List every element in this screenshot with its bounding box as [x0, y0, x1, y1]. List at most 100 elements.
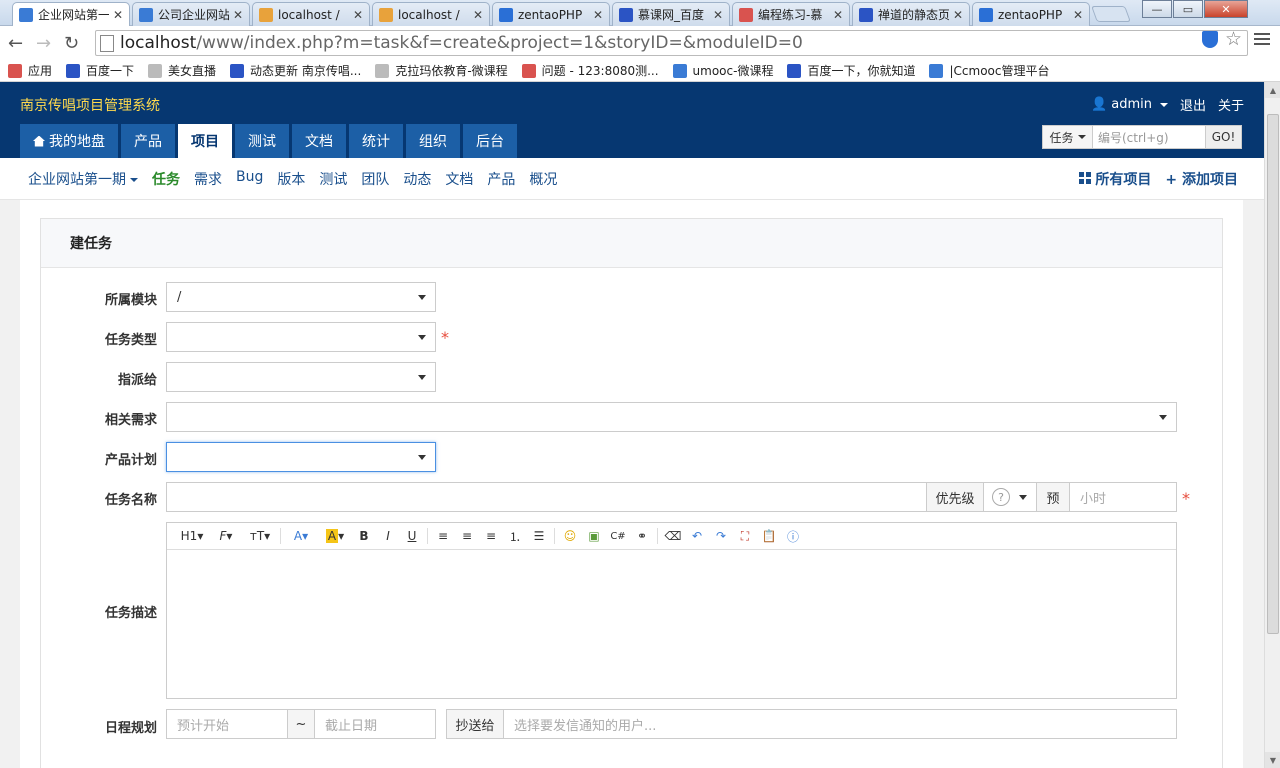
bookmark-item[interactable]: 百度一下 [66, 62, 134, 79]
subnav-item[interactable]: 需求 [194, 169, 222, 189]
priority-select[interactable]: ? [983, 482, 1037, 512]
browser-tab[interactable]: 公司企业网站 ✕ [132, 2, 250, 26]
nav-item[interactable]: 我的地盘 [20, 124, 118, 158]
bookmark-item[interactable]: umooc-微课程 [672, 62, 773, 79]
logout-link[interactable]: 退出 [1180, 95, 1206, 114]
italic-icon[interactable]: I [376, 526, 400, 546]
nav-item[interactable]: 文档 [292, 124, 346, 158]
menu-icon[interactable] [1254, 33, 1270, 48]
search-input[interactable]: 编号(ctrl+g) [1093, 126, 1205, 148]
font-color-icon[interactable]: A▾ [284, 526, 318, 546]
nav-item[interactable]: 项目 [178, 124, 232, 158]
type-select[interactable] [166, 322, 436, 352]
emoji-icon[interactable]: ☺ [558, 526, 582, 546]
align-left-icon[interactable]: ≡ [431, 526, 455, 546]
deadline-input[interactable]: 截止日期 [314, 709, 436, 739]
subnav-item[interactable]: 任务 [152, 169, 180, 189]
browser-tab[interactable]: 慕课网_百度 ✕ [612, 2, 730, 26]
story-select[interactable] [166, 402, 1177, 432]
url-input[interactable]: localhost/www/index.php?m=task&f=create&… [95, 30, 1248, 56]
paste-icon[interactable]: 📋 [757, 526, 781, 546]
nav-item[interactable]: 测试 [235, 124, 289, 158]
minimize-button[interactable]: — [1142, 0, 1172, 18]
browser-tab[interactable]: 禅道的静态页 ✕ [852, 2, 970, 26]
eraser-icon[interactable]: ⌫ [661, 526, 685, 546]
unordered-list-icon[interactable]: ☰ [527, 526, 551, 546]
nav-item[interactable]: 产品 [121, 124, 175, 158]
est-start-input[interactable]: 预计开始 [166, 709, 288, 739]
close-tab-icon[interactable]: ✕ [833, 8, 843, 22]
browser-tab[interactable]: zentaoPHP ✕ [972, 2, 1090, 26]
reload-icon[interactable]: ↻ [64, 33, 79, 54]
browser-tab[interactable]: 编程练习-慕 ✕ [732, 2, 850, 26]
bookmark-item[interactable]: 动态更新 南京传唱... [230, 62, 361, 79]
font-size-icon[interactable]: тT▾ [243, 526, 277, 546]
subnav-item[interactable]: 产品 [487, 169, 515, 189]
browser-tab[interactable]: localhost / ✕ [252, 2, 370, 26]
back-icon[interactable]: ← [8, 33, 23, 54]
subnav-item[interactable]: 团队 [361, 169, 389, 189]
new-tab-button[interactable] [1091, 6, 1131, 22]
bookmark-item[interactable]: 百度一下，你就知道 [787, 62, 915, 79]
bookmark-item[interactable]: 美女直播 [148, 62, 216, 79]
module-select[interactable]: / [166, 282, 436, 312]
user-menu[interactable]: 👤 admin [1091, 97, 1168, 112]
close-tab-icon[interactable]: ✕ [113, 8, 123, 22]
forward-icon[interactable]: → [36, 33, 51, 54]
about-link[interactable]: 关于 [1218, 95, 1244, 114]
star-icon[interactable]: ☆ [1225, 28, 1242, 50]
nav-item[interactable]: 组织 [406, 124, 460, 158]
image-icon[interactable]: ▣ [582, 526, 606, 546]
bookmark-item[interactable]: 克拉玛依教育-微课程 [375, 62, 508, 79]
fullscreen-icon[interactable]: ⛶ [733, 526, 757, 546]
search-type-select[interactable]: 任务 [1043, 126, 1093, 148]
font-family-icon[interactable]: F▾ [209, 526, 243, 546]
close-tab-icon[interactable]: ✕ [1073, 8, 1083, 22]
code-icon[interactable]: C# [606, 526, 630, 546]
align-center-icon[interactable]: ≡ [455, 526, 479, 546]
mailto-input[interactable]: 选择要发信通知的用户... [503, 709, 1177, 739]
subnav-item[interactable]: 版本 [277, 169, 305, 189]
add-project-link[interactable]: + 添加项目 [1165, 169, 1238, 189]
close-tab-icon[interactable]: ✕ [233, 8, 243, 22]
subnav-item[interactable]: 动态 [403, 169, 431, 189]
page-scrollbar[interactable]: ▲ ▼ [1264, 82, 1280, 768]
task-name-input[interactable] [166, 482, 927, 512]
close-tab-icon[interactable]: ✕ [473, 8, 483, 22]
close-window-button[interactable]: ✕ [1204, 0, 1248, 18]
search-go-button[interactable]: GO! [1205, 126, 1241, 148]
subnav-item[interactable]: 文档 [445, 169, 473, 189]
scroll-thumb[interactable] [1267, 114, 1279, 634]
browser-tab[interactable]: zentaoPHP ✕ [492, 2, 610, 26]
close-tab-icon[interactable]: ✕ [953, 8, 963, 22]
bold-icon[interactable]: B [352, 526, 376, 546]
shield-icon[interactable] [1202, 31, 1218, 48]
link-icon[interactable]: ⚭ [630, 526, 654, 546]
scroll-up-icon[interactable]: ▲ [1265, 82, 1280, 98]
subnav-item[interactable]: 概况 [529, 169, 557, 189]
undo-icon[interactable]: ↶ [685, 526, 709, 546]
plan-select[interactable] [166, 442, 436, 472]
assign-select[interactable] [166, 362, 436, 392]
close-tab-icon[interactable]: ✕ [593, 8, 603, 22]
bookmark-item[interactable]: 问题 - 123:8080测... [521, 62, 659, 79]
subnav-item[interactable]: Bug [236, 169, 263, 189]
all-projects-link[interactable]: 所有项目 [1079, 169, 1151, 189]
nav-item[interactable]: 统计 [349, 124, 403, 158]
bookmark-item[interactable]: |Ccmooc管理平台 [929, 62, 1049, 79]
nav-item[interactable]: 后台 [463, 124, 517, 158]
estimate-input[interactable]: 小时 [1069, 482, 1177, 512]
align-right-icon[interactable]: ≡ [479, 526, 503, 546]
project-switcher[interactable]: 企业网站第一期 [28, 169, 138, 189]
browser-tab[interactable]: 企业网站第一 ✕ [12, 2, 130, 26]
editor-body[interactable] [167, 550, 1176, 698]
highlight-icon[interactable]: A ▾ [318, 526, 352, 546]
close-tab-icon[interactable]: ✕ [353, 8, 363, 22]
underline-icon[interactable]: U [400, 526, 424, 546]
subnav-item[interactable]: 测试 [319, 169, 347, 189]
maximize-button[interactable]: ▭ [1173, 0, 1203, 18]
bookmark-item[interactable]: 应用 [8, 62, 52, 79]
browser-tab[interactable]: localhost / ✕ [372, 2, 490, 26]
heading-icon[interactable]: H1▾ [175, 526, 209, 546]
help-icon[interactable]: ⓘ [781, 526, 805, 546]
